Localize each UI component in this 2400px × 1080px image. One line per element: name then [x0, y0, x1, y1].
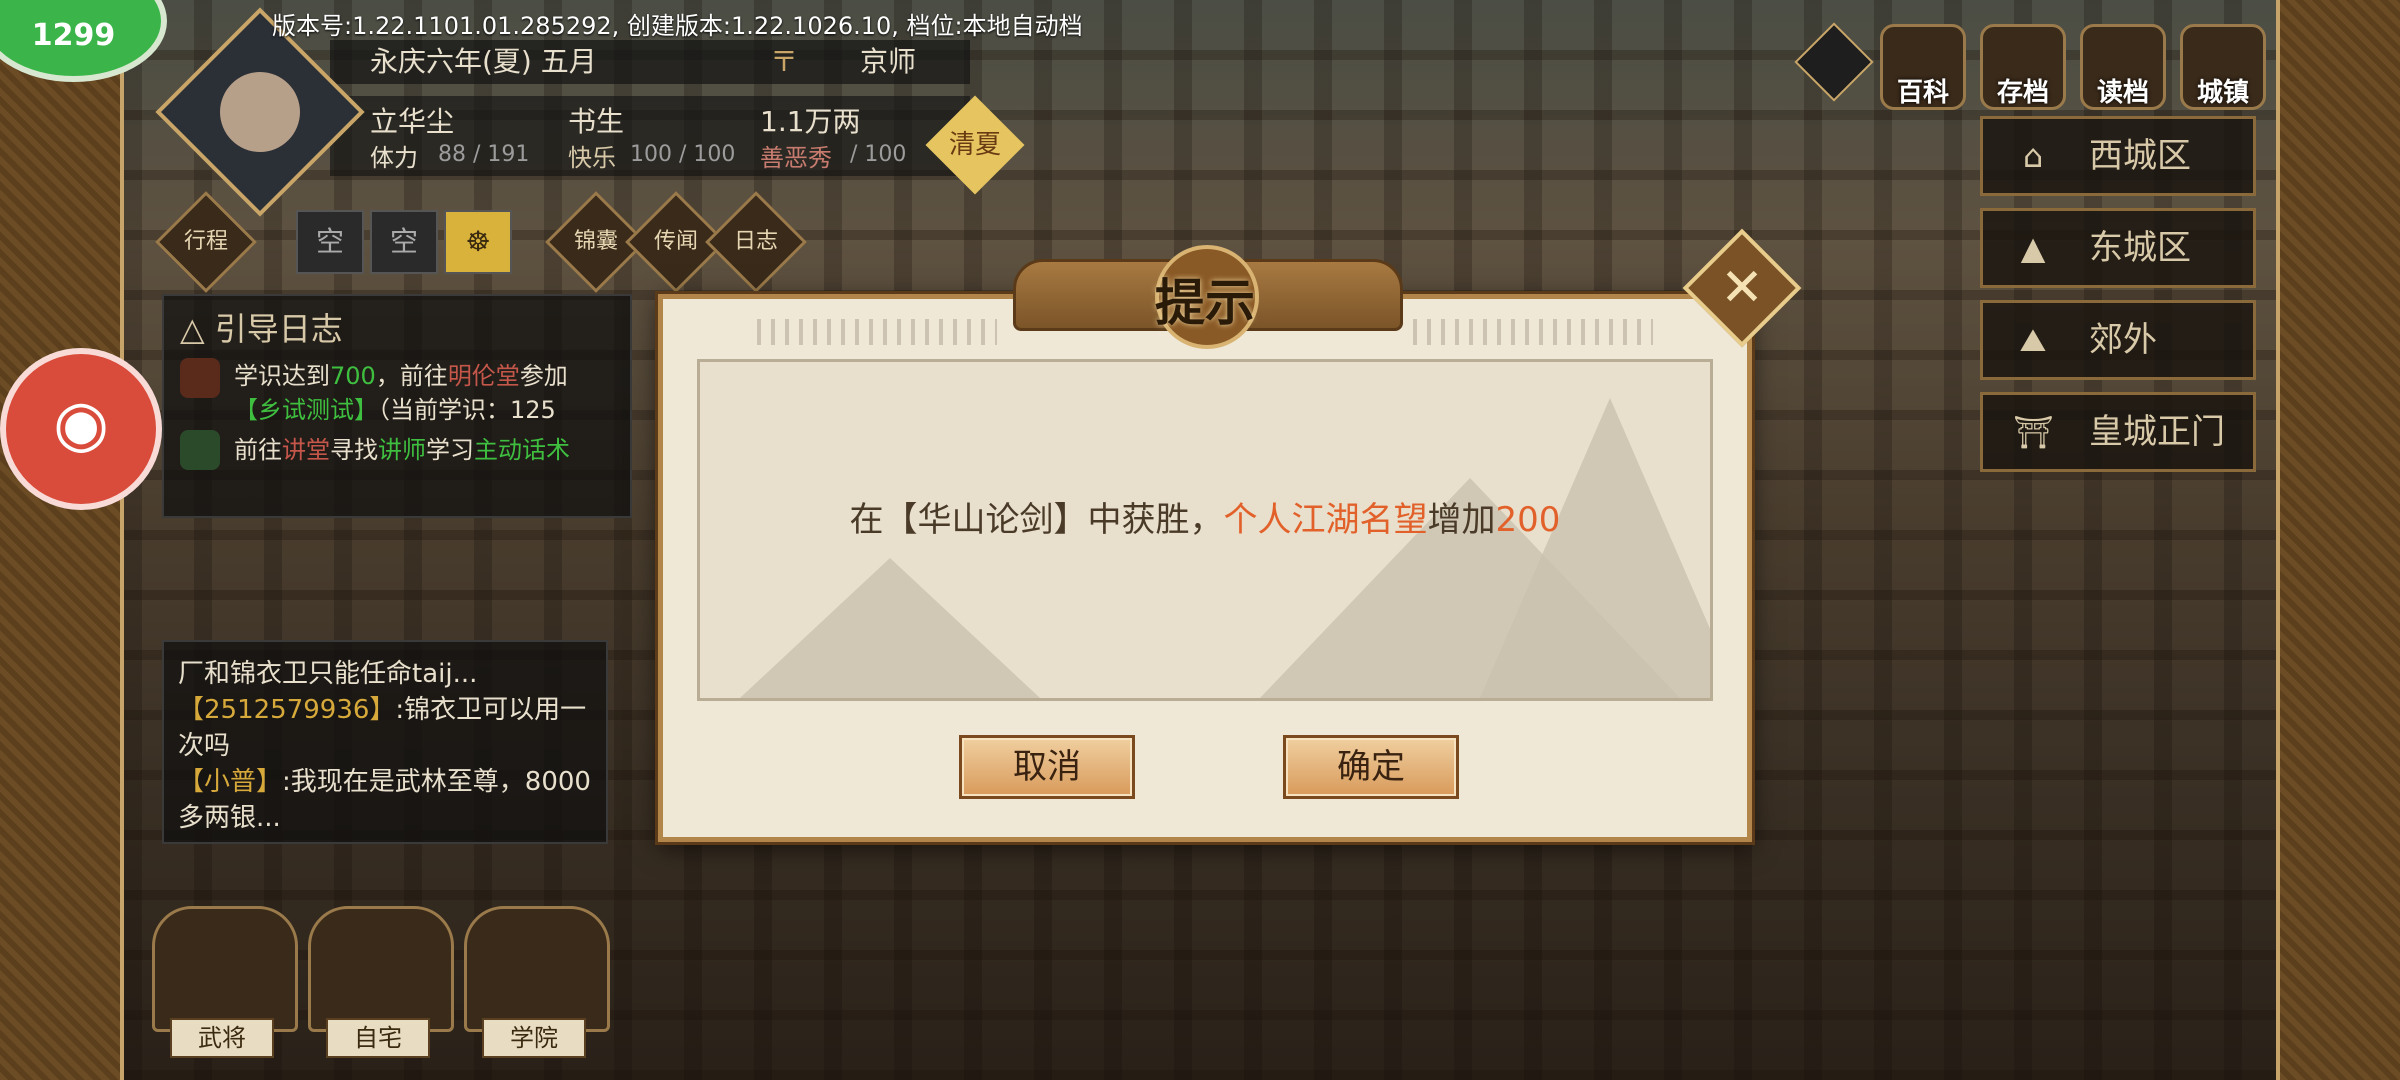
evil-value: / 100: [850, 142, 907, 167]
location-icon: 〒: [770, 45, 799, 78]
hill-icon: ⛰: [2019, 321, 2047, 359]
building-icon: [152, 906, 298, 1032]
evil-label: 善恶秀: [760, 144, 832, 172]
happy-label: 快乐: [568, 144, 616, 172]
load-button[interactable]: 读档: [2080, 24, 2166, 110]
dialog-message: 在【华山论剑】中获胜，个人江湖名望增加200: [849, 500, 1561, 540]
building-academy[interactable]: 学院: [464, 906, 610, 1058]
video-record-icon[interactable]: ◉: [0, 348, 162, 510]
dialog-content: 在【华山论剑】中获胜，个人江湖名望增加200: [697, 359, 1713, 701]
guide-log-title[interactable]: △ 引导日志: [180, 304, 343, 350]
pagoda-icon: ▲: [2020, 229, 2046, 267]
empty-slot-2[interactable]: 空: [370, 210, 438, 274]
date-location-bar: 永庆六年(夏) 五月 〒 京师: [330, 40, 970, 84]
meditation-slot[interactable]: ☸: [444, 210, 512, 274]
task-icon: [180, 430, 220, 470]
guide-line-3[interactable]: 前往讲堂寻找讲师学习主动话术: [234, 430, 570, 465]
district-east[interactable]: ▲ 东城区: [1980, 208, 2256, 288]
dialog-title: 提示: [1155, 274, 1255, 332]
chat-line: 【2512579936】:锦衣卫可以用一次吗: [178, 695, 587, 761]
district-suburb[interactable]: ⛰ 郊外: [1980, 300, 2256, 380]
collapse-icon: △: [180, 310, 215, 348]
guide-line-2[interactable]: 【乡试测试】（当前学识：125: [234, 390, 556, 425]
dialog-title-bar: 提示: [1013, 245, 1403, 349]
right-border: [2276, 0, 2400, 1080]
chat-line: 【小普】:我现在是武林至尊，8000多两银...: [178, 767, 591, 833]
building-icon: [464, 906, 610, 1032]
gate-icon: ⛩: [2013, 413, 2054, 451]
meander-pattern-left: [757, 319, 997, 345]
encyclopedia-button[interactable]: 百科: [1880, 24, 1966, 110]
district-imperial-gate[interactable]: ⛩ 皇城正门: [1980, 392, 2256, 472]
guide-log-panel[interactable]: △ 引导日志 学识达到700，前往明伦堂参加 【乡试测试】（当前学识：125 前…: [162, 294, 632, 518]
happy-value: 100 / 100: [630, 142, 736, 167]
cancel-button[interactable]: 取消: [959, 735, 1135, 799]
mountain-decor: [740, 558, 1040, 698]
meditation-icon: ☸: [465, 225, 491, 258]
district-west[interactable]: ⌂ 西城区: [1980, 116, 2256, 196]
empty-slot-1[interactable]: 空: [296, 210, 364, 274]
chat-line: 厂和锦衣卫只能任命taij...: [178, 659, 478, 689]
confirm-button[interactable]: 确定: [1283, 735, 1459, 799]
character-stats: 立华尘 书生 1.1万两 体力 88 / 191 快乐 100 / 100 善恶…: [330, 96, 970, 176]
guide-line-1[interactable]: 学识达到700，前往明伦堂参加: [234, 356, 568, 391]
character-name: 立华尘: [370, 105, 455, 138]
close-icon: ✕: [1720, 258, 1764, 318]
meander-pattern-right: [1413, 319, 1653, 345]
avatar: [220, 72, 300, 152]
notice-dialog: 提示 在【华山论剑】中获胜，个人江湖名望增加200 取消 确定: [658, 245, 1752, 842]
character-title: 书生: [568, 105, 625, 138]
palace-icon: ⌂: [2022, 137, 2044, 175]
stamina-value: 88 / 191: [438, 142, 530, 167]
game-date: 永庆六年(夏) 五月: [370, 45, 597, 78]
version-text: 版本号:1.22.1101.01.285292, 创建版本:1.22.1026.…: [272, 12, 1083, 40]
left-border: [0, 0, 124, 1080]
building-icon: [308, 906, 454, 1032]
building-generals[interactable]: 武将: [152, 906, 298, 1058]
building-home[interactable]: 自宅: [308, 906, 454, 1058]
current-city: 京师: [860, 45, 917, 78]
stamina-label: 体力: [370, 144, 418, 172]
town-button[interactable]: 城镇: [2180, 24, 2266, 110]
save-button[interactable]: 存档: [1980, 24, 2066, 110]
money: 1.1万两: [760, 105, 861, 138]
chat-panel[interactable]: 厂和锦衣卫只能任命taij... 【2512579936】:锦衣卫可以用一次吗 …: [162, 640, 608, 844]
task-icon: [180, 358, 220, 398]
